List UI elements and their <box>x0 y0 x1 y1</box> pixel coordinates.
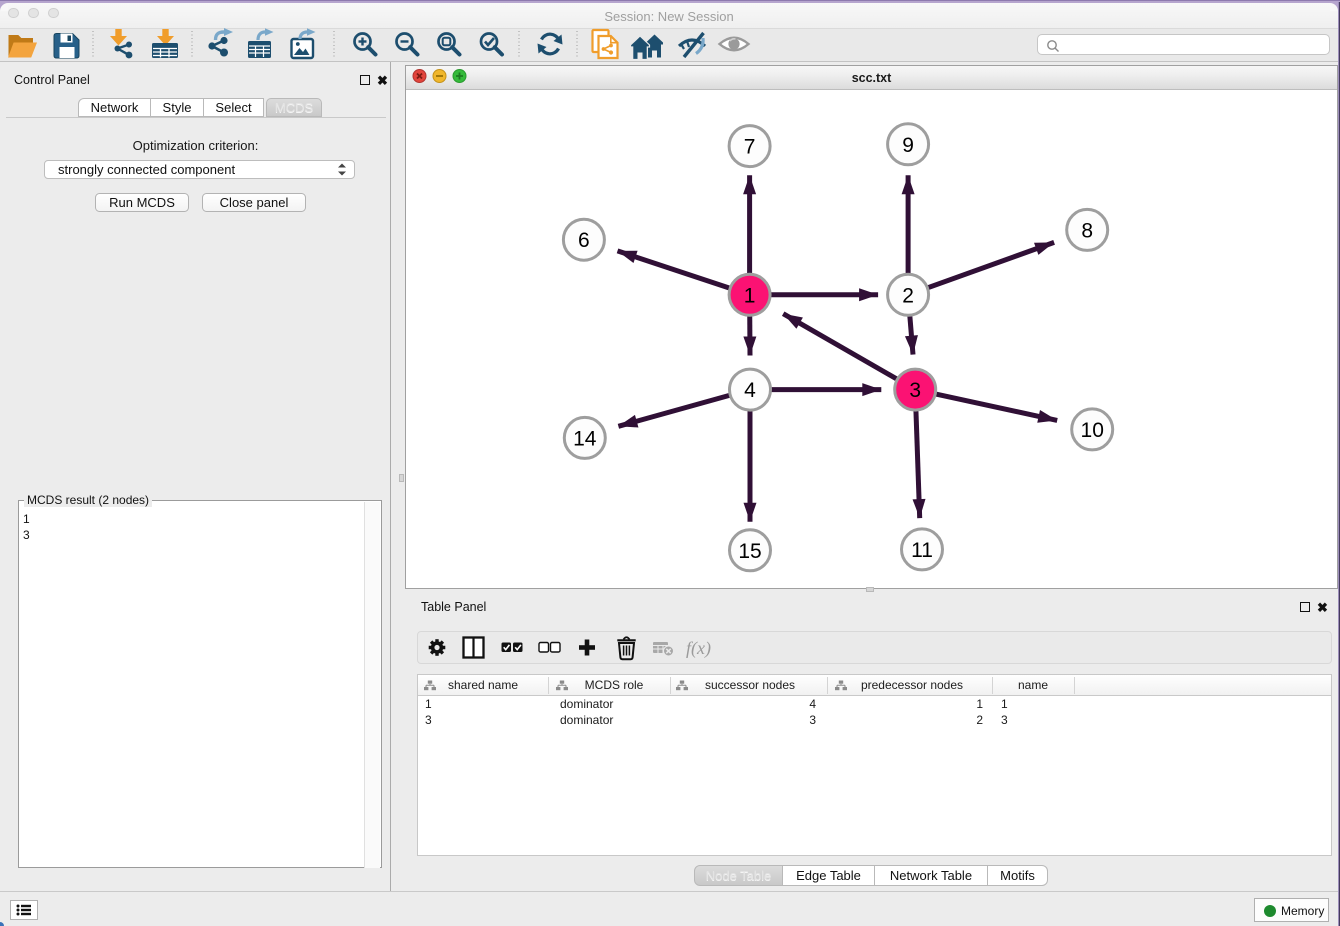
svg-text:4: 4 <box>744 379 756 402</box>
svg-text:6: 6 <box>578 229 590 252</box>
svg-text:f(x): f(x) <box>686 638 711 659</box>
svg-text:11: 11 <box>911 539 933 562</box>
svg-text:1: 1 <box>744 284 756 307</box>
svg-text:7: 7 <box>744 136 756 159</box>
svg-text:2: 2 <box>902 284 914 307</box>
svg-text:14: 14 <box>573 427 597 450</box>
svg-text:8: 8 <box>1081 219 1093 242</box>
svg-text:15: 15 <box>738 540 761 563</box>
svg-text:10: 10 <box>1081 419 1104 442</box>
svg-text:9: 9 <box>902 134 914 157</box>
svg-text:3: 3 <box>909 379 921 402</box>
